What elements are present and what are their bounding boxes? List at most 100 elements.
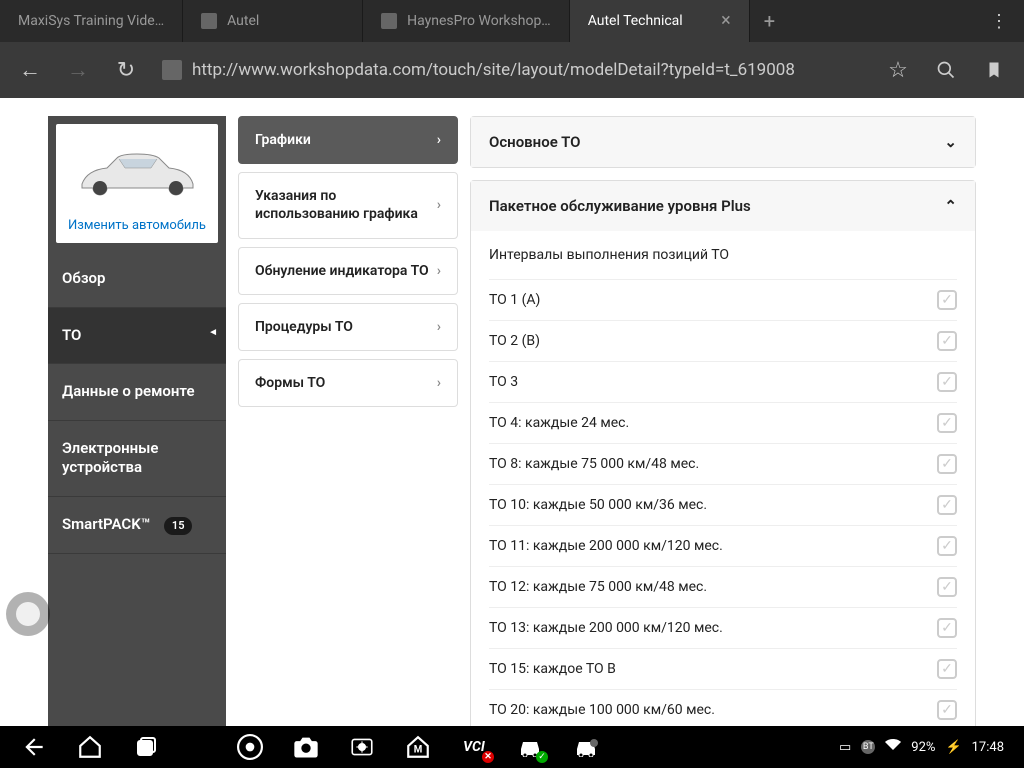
checkbox[interactable]: ✓ xyxy=(937,700,957,720)
wifi-icon xyxy=(885,738,901,756)
bt-icon: BT xyxy=(861,740,875,754)
check-row: TO 10: каждые 50 000 км/36 мес. ✓ xyxy=(489,484,957,525)
check-row: TO 3 ✓ xyxy=(489,361,957,402)
sidebar-label: SmartPACK™ xyxy=(62,515,150,533)
menu-item-reset[interactable]: Обнуление индикатора ТО › xyxy=(238,247,458,295)
new-tab-button[interactable]: + xyxy=(750,9,789,33)
accordion-header[interactable]: Основное ТО ⌄ xyxy=(471,117,975,167)
sidebar-item-smartpack[interactable]: SmartPACK™ 15 xyxy=(48,497,226,554)
menu-item-procedures[interactable]: Процедуры ТО › xyxy=(238,303,458,351)
menu-item-graphics[interactable]: Графики › xyxy=(238,116,458,164)
svg-text:M: M xyxy=(414,744,423,755)
tab-3-active[interactable]: Autel Technical × xyxy=(570,0,750,42)
checkbox[interactable]: ✓ xyxy=(937,372,957,392)
camera-icon[interactable] xyxy=(292,733,320,761)
checkbox[interactable]: ✓ xyxy=(937,454,957,474)
checkbox[interactable]: ✓ xyxy=(937,290,957,310)
chevron-right-icon: › xyxy=(437,318,441,336)
check-row: TO 12: каждые 75 000 км/48 мес. ✓ xyxy=(489,566,957,607)
back-button[interactable]: ← xyxy=(10,50,50,90)
forward-button[interactable]: → xyxy=(58,50,98,90)
sidebar-item-electronic[interactable]: Электронные устройства xyxy=(48,421,226,497)
main-panel: Основное ТО ⌄ Пакетное обслуживание уров… xyxy=(470,116,976,726)
home-icon[interactable] xyxy=(76,733,104,761)
chevron-right-icon: › xyxy=(437,196,441,214)
menu-label: Графики xyxy=(255,131,311,149)
close-icon[interactable]: × xyxy=(721,12,731,30)
chrome-icon[interactable] xyxy=(236,733,264,761)
change-car-link[interactable]: Изменить автомобиль xyxy=(64,212,210,235)
row-label: TO 13: каждые 200 000 км/120 мес. xyxy=(489,620,723,636)
search-icon[interactable] xyxy=(926,50,966,90)
row-label: TO 20: каждые 100 000 км/60 мес. xyxy=(489,702,715,718)
sidebar-item-to[interactable]: ТО xyxy=(48,308,226,365)
url-field[interactable]: http://www.workshopdata.com/touch/site/l… xyxy=(154,52,870,88)
page-content: Изменить автомобиль Обзор ТО Данные о ре… xyxy=(0,98,1024,726)
tab-favicon xyxy=(201,13,217,29)
vci-icon[interactable]: VCI✕ xyxy=(460,733,488,761)
tab-bar: MaxiSys Training Vide… Autel HaynesPro W… xyxy=(0,0,1024,42)
car-tools-icon[interactable] xyxy=(572,733,600,761)
accordion-title: Основное ТО xyxy=(489,133,580,151)
charging-icon: ⚡ xyxy=(945,740,961,755)
row-label: TO 2 (B) xyxy=(489,333,540,349)
browser-menu-icon[interactable]: ⋮ xyxy=(974,11,1024,32)
badge: 15 xyxy=(164,517,193,535)
bookmarks-icon[interactable] xyxy=(974,50,1014,90)
tab-1[interactable]: Autel xyxy=(183,0,363,42)
content-subheader: Интервалы выполнения позиций ТО xyxy=(489,231,957,279)
maxisys-home-icon[interactable]: M xyxy=(404,733,432,761)
menu-label: Формы ТО xyxy=(255,374,325,392)
accordion-content: Интервалы выполнения позиций ТО TO 1 (A)… xyxy=(471,231,975,726)
chevron-right-icon: › xyxy=(437,262,441,280)
notification-icon: ▭ xyxy=(839,740,851,755)
clock-text: 17:48 xyxy=(972,740,1004,755)
bottom-nav: M VCI✕ ✓ ▭ BT 92% ⚡ 17:48 xyxy=(0,726,1024,768)
chevron-right-icon: › xyxy=(437,131,441,149)
middle-menu: Графики › Указания по использованию граф… xyxy=(238,116,458,726)
accordion-plus-service: Пакетное обслуживание уровня Plus ⌃ Инте… xyxy=(470,180,976,726)
sidebar-item-repair[interactable]: Данные о ремонте xyxy=(48,364,226,421)
address-bar: ← → ↻ http://www.workshopdata.com/touch/… xyxy=(0,42,1024,98)
menu-label: Указания по использованию графика xyxy=(255,187,437,223)
checkbox[interactable]: ✓ xyxy=(937,331,957,351)
bookmark-icon[interactable]: ☆ xyxy=(878,50,918,90)
tab-0[interactable]: MaxiSys Training Vide… xyxy=(0,0,183,42)
checkbox[interactable]: ✓ xyxy=(937,659,957,679)
car-image xyxy=(64,132,210,212)
check-row: TO 13: каждые 200 000 км/120 мес. ✓ xyxy=(489,607,957,648)
row-label: TO 10: каждые 50 000 км/36 мес. xyxy=(489,497,707,513)
sidebar-item-overview[interactable]: Обзор xyxy=(48,251,226,308)
checkbox[interactable]: ✓ xyxy=(937,618,957,638)
tab-title: MaxiSys Training Vide… xyxy=(18,13,164,29)
recent-icon[interactable] xyxy=(132,733,160,761)
tab-2[interactable]: HaynesPro Workshop… xyxy=(363,0,570,42)
row-label: TO 11: каждые 200 000 км/120 мес. xyxy=(489,538,723,554)
reload-button[interactable]: ↻ xyxy=(106,50,146,90)
tab-title: Autel xyxy=(227,13,259,29)
car-check-icon[interactable]: ✓ xyxy=(516,733,544,761)
menu-item-instructions[interactable]: Указания по использованию графика › xyxy=(238,172,458,238)
menu-item-forms[interactable]: Формы ТО › xyxy=(238,359,458,407)
assistive-touch[interactable] xyxy=(6,592,50,636)
back-icon[interactable] xyxy=(20,733,48,761)
row-label: TO 8: каждые 75 000 км/48 мес. xyxy=(489,456,699,472)
brightness-icon[interactable] xyxy=(348,733,376,761)
check-row: TO 8: каждые 75 000 км/48 мес. ✓ xyxy=(489,443,957,484)
accordion-header[interactable]: Пакетное обслуживание уровня Plus ⌃ xyxy=(471,181,975,231)
check-row: TO 4: каждые 24 мес. ✓ xyxy=(489,402,957,443)
site-icon xyxy=(162,60,182,80)
menu-label: Процедуры ТО xyxy=(255,318,353,336)
chevron-up-icon: ⌃ xyxy=(944,197,957,215)
checkbox[interactable]: ✓ xyxy=(937,577,957,597)
checkbox[interactable]: ✓ xyxy=(937,495,957,515)
check-row: TO 20: каждые 100 000 км/60 мес. ✓ xyxy=(489,689,957,726)
sidebar: Изменить автомобиль Обзор ТО Данные о ре… xyxy=(48,116,226,726)
checkbox[interactable]: ✓ xyxy=(937,413,957,433)
check-row: TO 1 (A) ✓ xyxy=(489,279,957,320)
car-card: Изменить автомобиль xyxy=(56,124,218,243)
tab-title: Autel Technical xyxy=(588,13,683,29)
browser-chrome: MaxiSys Training Vide… Autel HaynesPro W… xyxy=(0,0,1024,98)
tab-favicon xyxy=(381,13,397,29)
checkbox[interactable]: ✓ xyxy=(937,536,957,556)
